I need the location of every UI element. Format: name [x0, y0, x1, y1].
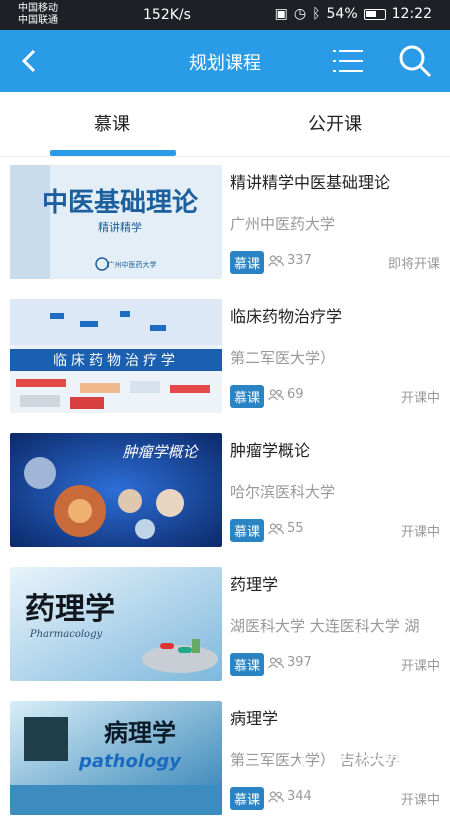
thumb-subtitle: 精讲精学	[98, 220, 142, 234]
course-item[interactable]: 药理学 Pharmacology 药理学 湖医科大学 大连医科大学 湖 慕课 3…	[0, 559, 450, 693]
course-school: 哈尔滨医科大学	[230, 483, 336, 501]
course-type-badge: 慕课	[230, 653, 265, 676]
course-school: 广州中医药大学	[230, 215, 336, 233]
course-title: 精讲精学中医基础理论	[230, 173, 391, 192]
people-icon	[268, 790, 284, 802]
course-status: 开课中	[400, 525, 440, 540]
watermark-name: 仍玩游戏	[336, 740, 424, 766]
people-icon	[268, 254, 284, 266]
enrollment-value: 337	[287, 253, 312, 268]
enrollment-value: 69	[287, 387, 304, 402]
net-speed: 152K/s	[143, 7, 191, 23]
search-button[interactable]	[398, 44, 432, 78]
battery-icon	[363, 8, 386, 20]
thumb-title: 药理学	[25, 592, 115, 627]
course-thumbnail: 肿瘤学概论	[10, 433, 222, 547]
course-thumbnail: 临床药物治疗学	[10, 299, 222, 413]
people-icon	[268, 656, 284, 668]
alarm-icon: ◷	[293, 6, 307, 22]
course-status: 开课中	[400, 659, 440, 674]
enrollment-count: 55	[268, 521, 304, 536]
thumb-title: 临床药物治疗学	[53, 353, 179, 369]
carrier-2: 中国联通	[18, 15, 58, 26]
tab-bar: 慕课 公开课	[0, 92, 450, 156]
course-thumbnail: 病理学 pathology	[10, 701, 222, 815]
status-right: ▣ ◷ ᛒ 54% 12:22	[275, 6, 432, 22]
course-item[interactable]: 肿瘤学概论 肿瘤学概论 哈尔滨医科大学 慕课 55 开课中	[0, 425, 450, 559]
enrollment-value: 55	[287, 521, 304, 536]
page-title: 规划课程	[189, 53, 261, 74]
tab-mooc[interactable]: 慕课	[94, 110, 130, 136]
course-title: 肿瘤学概论	[230, 441, 311, 460]
course-list: 中医基础理论 精讲精学 广州中医药大学 精讲精学中医基础理论 广州中医药大学 慕…	[0, 157, 450, 815]
list-button[interactable]	[333, 48, 363, 74]
thumb-subtitle: pathology	[78, 751, 182, 772]
enrollment-count: 397	[268, 655, 312, 670]
thumb-title: 病理学	[104, 719, 176, 747]
course-item[interactable]: 中医基础理论 精讲精学 广州中医药大学 精讲精学中医基础理论 广州中医药大学 慕…	[0, 157, 450, 291]
thumb-subtitle: Pharmacology	[29, 629, 103, 640]
people-icon	[268, 388, 284, 400]
course-status: 开课中	[400, 391, 440, 406]
course-title: 临床药物治疗学	[230, 307, 343, 326]
course-thumbnail: 中医基础理论 精讲精学 广州中医药大学	[10, 165, 222, 279]
course-title: 病理学	[230, 709, 279, 728]
search-icon	[399, 45, 432, 78]
course-school: 第二军医大学）	[230, 349, 336, 367]
enrollment-count: 69	[268, 387, 304, 402]
enrollment-count: 337	[268, 253, 312, 268]
carrier-labels: 中国移动 中国联通	[18, 3, 58, 27]
course-item[interactable]: 临床药物治疗学 临床药物治疗学 第二军医大学） 慕课 69 开课中	[0, 291, 450, 425]
status-bar: 中国移动 中国联通 152K/s ▣ ◷ ᛒ 54% 12:22	[0, 0, 450, 30]
thumb-title: 中医基础理论	[42, 188, 199, 218]
people-icon	[268, 522, 284, 534]
course-thumbnail: 药理学 Pharmacology	[10, 567, 222, 681]
enrollment-value: 344	[287, 789, 312, 804]
course-status: 即将开课	[387, 257, 440, 272]
course-school: 湖医科大学 大连医科大学 湖	[230, 617, 420, 635]
enrollment-value: 397	[287, 655, 312, 670]
course-title: 药理学	[230, 575, 279, 594]
watermark: 仍玩游戏 Rengwan Games	[296, 730, 446, 790]
nav-bar: 规划课程	[0, 30, 450, 92]
nfc-icon: ▣	[274, 6, 288, 22]
clock: 12:22	[391, 6, 432, 22]
thumb-footer: 广州中医药大学	[108, 260, 157, 269]
watermark-sub: Rengwan Games	[338, 770, 431, 783]
course-type-badge: 慕课	[230, 251, 265, 274]
thumb-title: 肿瘤学概论	[122, 443, 199, 461]
battery-percent: 54%	[326, 6, 358, 22]
tab-open-course[interactable]: 公开课	[308, 110, 362, 136]
course-type-badge: 慕课	[230, 519, 265, 542]
carrier-1: 中国移动	[18, 3, 58, 14]
list-icon	[333, 50, 363, 72]
enrollment-count: 344	[268, 789, 312, 804]
course-type-badge: 慕课	[230, 385, 265, 408]
course-status: 开课中	[400, 793, 440, 808]
bluetooth-icon: ᛒ	[312, 6, 321, 22]
course-type-badge: 慕课	[230, 787, 265, 810]
